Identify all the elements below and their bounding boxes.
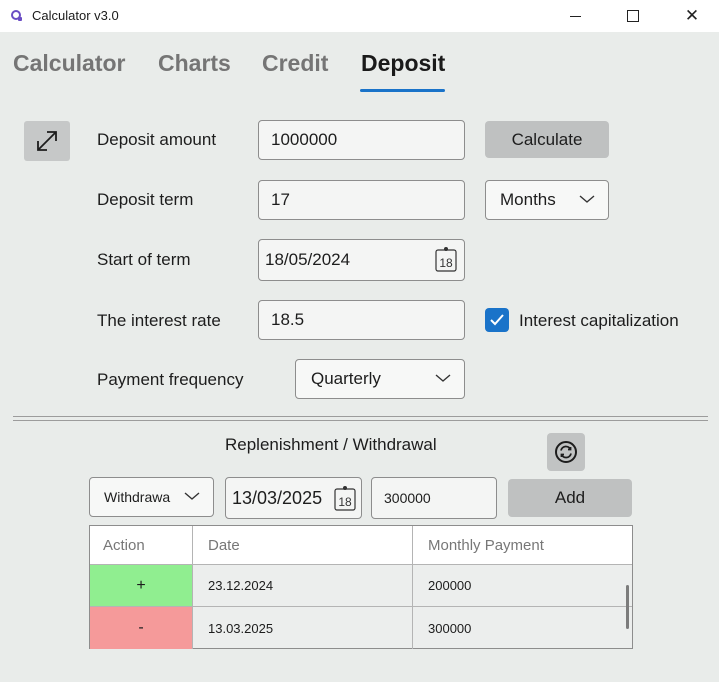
action-cell: - [90,607,193,649]
start-date-input[interactable]: 18/05/2024 18 [258,239,465,281]
operation-type-select[interactable]: Withdrawa [89,477,214,517]
active-tab-indicator [360,89,445,92]
checkmark-icon [490,314,504,326]
operation-amount-input[interactable]: 300000 [371,477,497,519]
start-date-value: 18/05/2024 [265,250,351,269]
column-header-payment[interactable]: Monthly Payment [413,526,632,565]
deposit-term-label: Deposit term [97,190,194,209]
expand-arrows-icon [37,131,57,151]
payment-frequency-label: Payment frequency [97,370,244,389]
deposit-amount-label: Deposit amount [97,130,217,149]
start-of-term-label: Start of term [97,250,191,269]
close-icon: ✕ [684,6,700,25]
operation-type-value: Withdrawa [104,489,171,505]
date-cell: 23.12.2024 [193,565,413,607]
chevron-down-icon [579,195,595,203]
main-content: Calculator Charts Credit Deposit Deposit… [0,32,719,682]
payment-frequency-value: Quarterly [311,369,381,388]
interest-capitalization-label[interactable]: Interest capitalization [519,311,679,331]
table-scrollbar[interactable] [626,585,629,629]
deposit-amount-value: 1000000 [271,130,338,149]
interest-rate-value: 18.5 [271,310,305,329]
title-bar: Calculator v3.0 ✕ [0,0,719,32]
tab-credit[interactable]: Credit [262,50,328,77]
action-cell: + [90,565,193,607]
tab-calculator[interactable]: Calculator [13,50,125,77]
payment-cell: 300000 [428,620,472,636]
calendar-day-text: 18 [439,256,453,270]
tab-charts[interactable]: Charts [158,50,231,77]
payment-cell: 200000 [413,565,632,607]
refresh-icon [555,441,577,463]
minimize-icon [569,15,581,17]
maximize-icon [627,10,639,22]
payment-frequency-select[interactable]: Quarterly [295,359,465,399]
operation-date-value: 13/03/2025 [232,487,323,508]
tab-deposit[interactable]: Deposit [361,50,445,77]
minimize-button[interactable] [552,0,598,32]
interest-rate-input[interactable]: 18.5 [258,300,465,340]
maximize-button[interactable] [610,0,656,32]
expand-button[interactable] [24,121,70,161]
calendar-day-text: 18 [338,495,352,509]
column-header-date[interactable]: Date [193,526,413,565]
operation-amount-value: 300000 [384,490,431,506]
deposit-term-input[interactable]: 17 [258,180,465,220]
operation-date-input[interactable]: 13/03/2025 18 [225,477,362,519]
deposit-amount-input[interactable]: 1000000 [258,120,465,160]
date-cell: 13.03.2025 [193,607,413,649]
chevron-down-icon [435,374,451,382]
interest-capitalization-checkbox[interactable] [485,308,509,332]
interest-rate-label: The interest rate [97,311,221,330]
app-icon [11,10,22,21]
chevron-down-icon [184,492,200,500]
section-divider [13,416,708,421]
refresh-button[interactable] [547,433,585,471]
calendar-icon[interactable]: 18 [435,246,457,272]
close-button[interactable]: ✕ [669,0,715,32]
column-header-action[interactable]: Action [90,526,193,565]
term-unit-value: Months [500,190,556,209]
deposit-term-value: 17 [271,190,290,209]
term-unit-select[interactable]: Months [485,180,609,220]
calculate-button[interactable]: Calculate [485,121,609,158]
add-button[interactable]: Add [508,479,632,517]
window-title: Calculator v3.0 [32,8,119,23]
replenishment-title: Replenishment / Withdrawal [225,435,437,454]
calendar-icon[interactable]: 18 [334,485,356,511]
operations-table: Action Date Monthly Payment + 23.12.2024… [89,525,633,649]
